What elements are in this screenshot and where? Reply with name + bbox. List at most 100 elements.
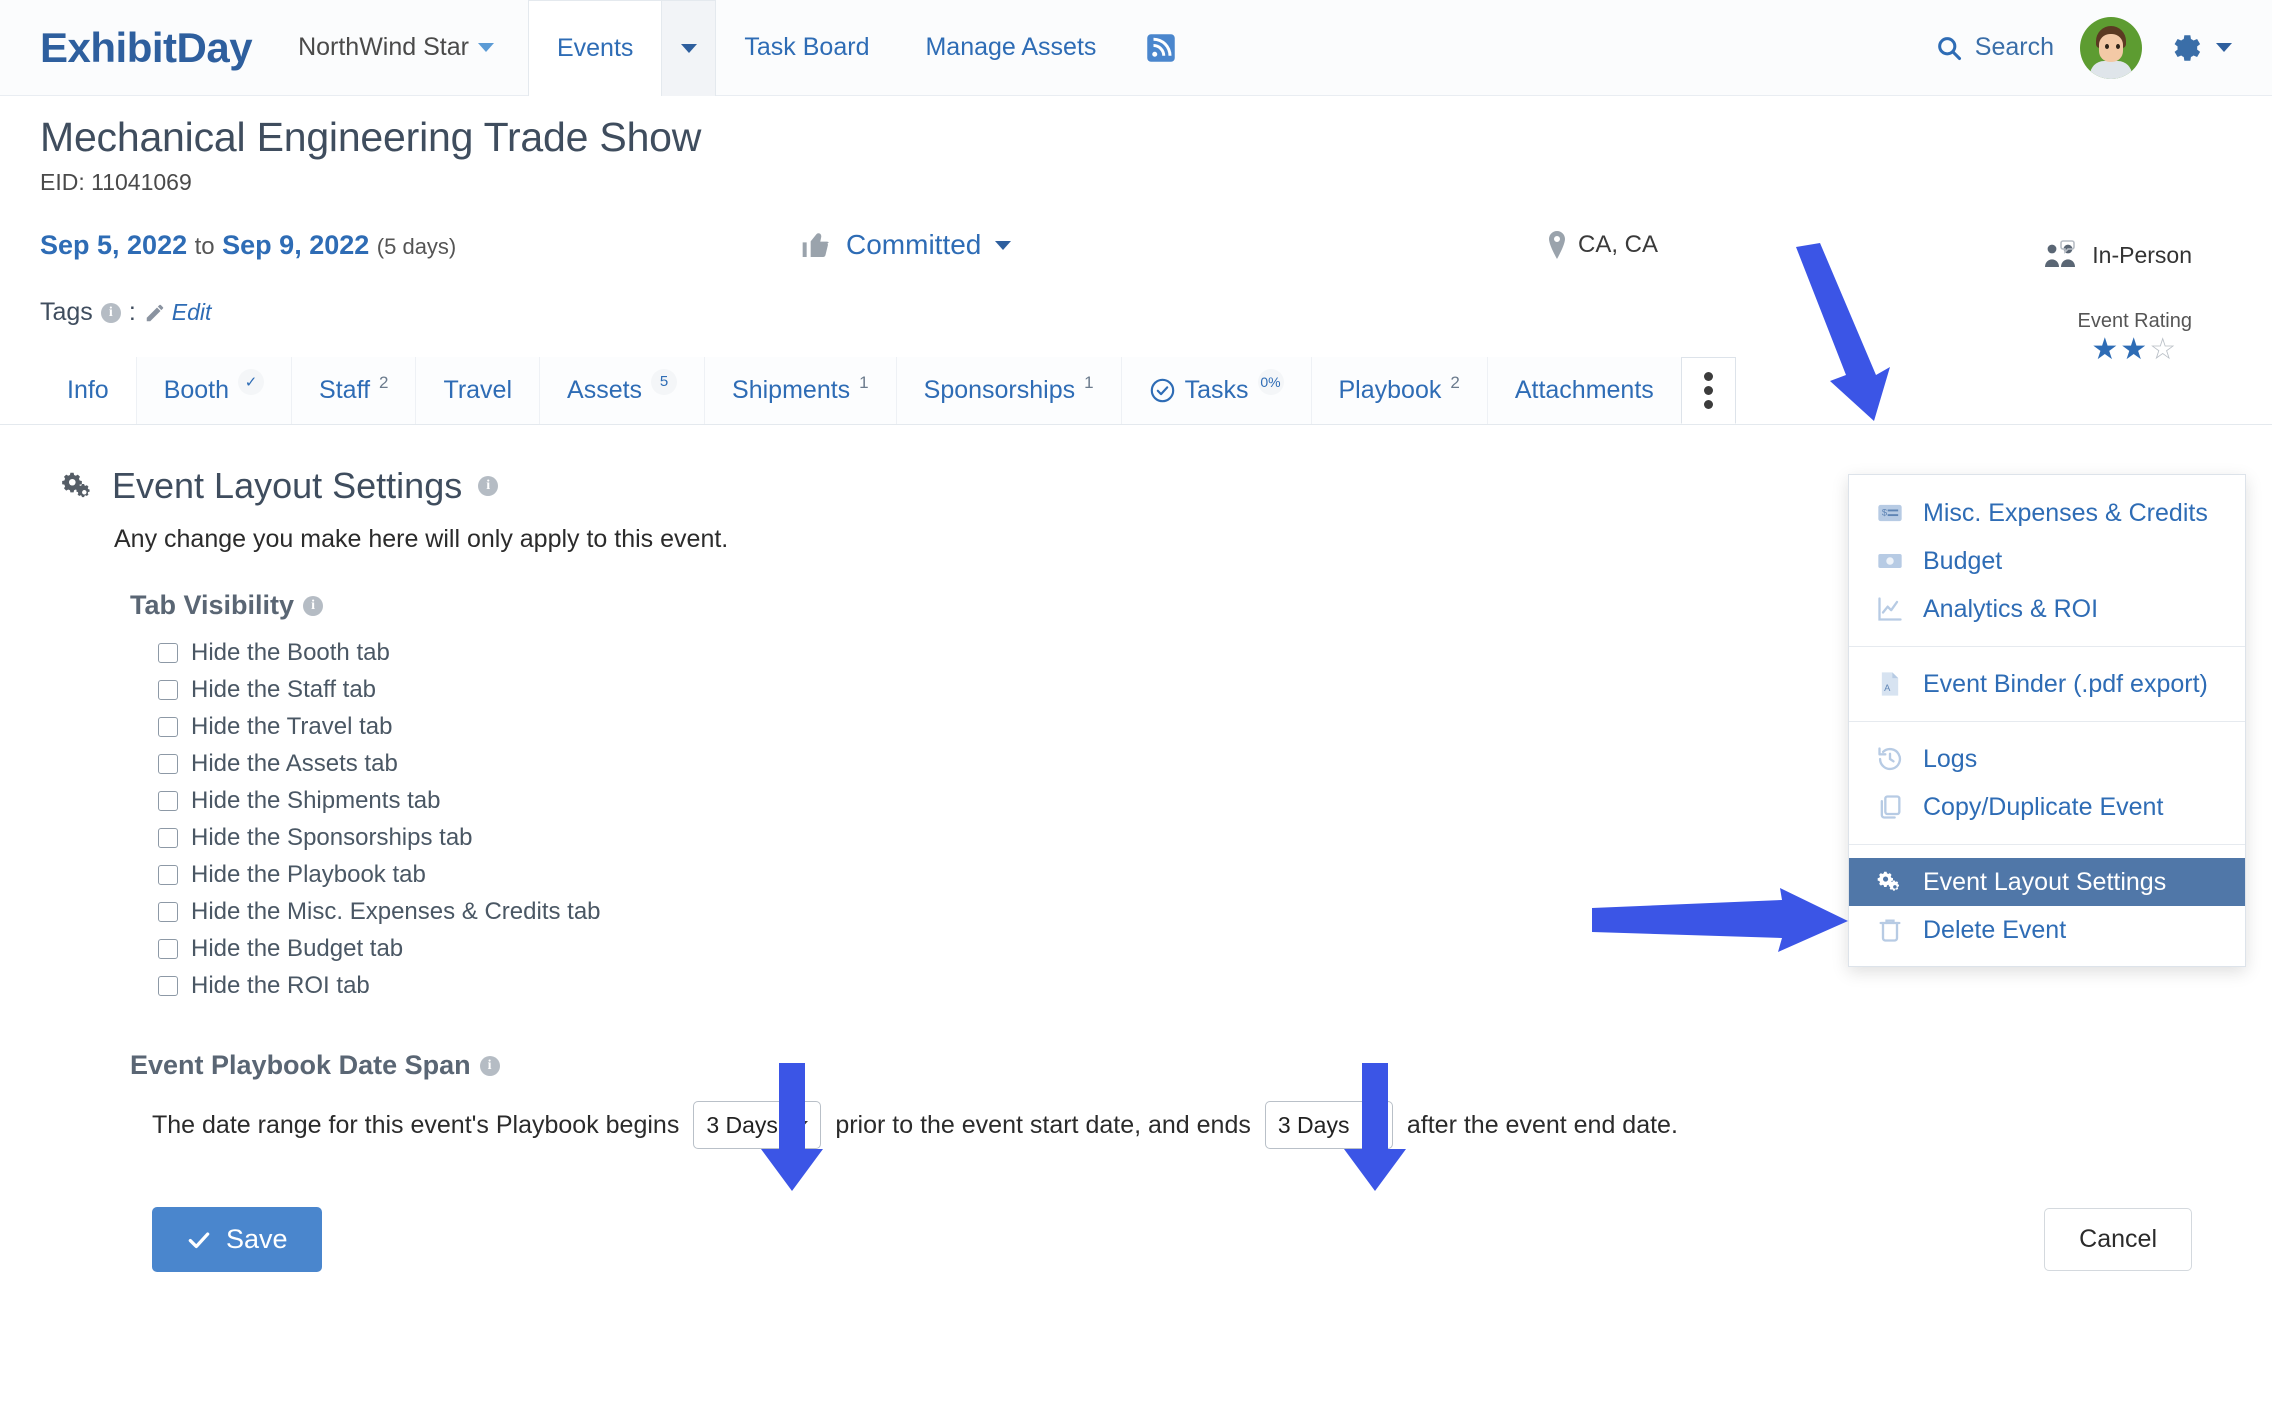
avatar-body [2090,60,2132,79]
kebab-menu-icon [1703,372,1713,409]
tab-tasks-label: Tasks [1184,376,1249,404]
tab-staff-badge: 2 [379,372,389,392]
tags-edit-button[interactable]: Edit [144,299,211,326]
info-icon[interactable]: i [100,302,121,323]
tab-tasks[interactable]: Tasks 0% [1120,357,1311,424]
organization-selector[interactable]: NorthWind Star [298,33,494,62]
tab-travel[interactable]: Travel [415,357,540,424]
chevron-down-icon [794,1121,809,1129]
menu-item-event-binder[interactable]: A Event Binder (.pdf export) [1849,660,2245,708]
status-badge[interactable]: Committed [800,229,1012,261]
playbook-start-offset-select[interactable]: 3 Days [693,1101,822,1149]
date-span-sentence-part-1: The date range for this event's Playbook… [152,1110,680,1139]
nav-tab-task-board-label: Task Board [744,33,870,61]
event-format: In-Person [2044,240,2192,270]
chevron-down-icon [995,240,1012,250]
tab-shipments[interactable]: Shipments 1 [704,357,896,424]
cancel-button-label: Cancel [2079,1225,2157,1253]
menu-item-event-layout-settings[interactable]: Event Layout Settings [1849,858,2245,906]
checkbox-box[interactable] [158,717,178,737]
menu-item-misc-expenses[interactable]: $ Misc. Expenses & Credits [1849,489,2245,537]
checkbox-label: Hide the Shipments tab [191,787,441,814]
pdf-icon: A [1875,669,1905,699]
info-icon[interactable]: i [478,476,499,496]
event-tab-bar: Info Booth ✓ Staff 2 Travel Assets 5 Shi… [0,357,2272,425]
checkbox-box[interactable] [158,680,178,700]
checkbox-box[interactable] [158,754,178,774]
app-logo[interactable]: ExhibitDay [40,23,253,72]
gears-icon [1875,867,1905,897]
checkbox-box[interactable] [158,865,178,885]
playbook-end-offset-value: 3 Days [1277,1111,1350,1138]
tab-shipments-badge: 1 [859,372,869,392]
checkbox-box[interactable] [158,902,178,922]
organization-name: NorthWind Star [298,33,469,61]
tab-info[interactable]: Info [40,357,136,424]
map-pin-icon [1549,231,1565,259]
checkbox-box[interactable] [158,643,178,663]
info-icon[interactable]: i [479,1055,500,1076]
tags-row: Tags i : Edit [40,298,2232,327]
tab-assets-badge: 5 [651,368,678,395]
tab-attachments[interactable]: Attachments [1486,357,1681,424]
tab-booth[interactable]: Booth ✓ [135,357,292,424]
menu-item-event-binder-label: Event Binder (.pdf export) [1923,669,2208,698]
checkbox-hide-roi-tab[interactable]: Hide the ROI tab [158,972,2232,1000]
tags-colon: : [128,298,136,326]
panel-title-label: Event Layout Settings [112,465,463,506]
gear-icon [2174,34,2201,61]
tab-sponsorships[interactable]: Sponsorships 1 [895,357,1121,424]
menu-item-delete-event-label: Delete Event [1923,915,2067,944]
event-format-label: In-Person [2092,241,2192,268]
menu-item-analytics-roi[interactable]: Analytics & ROI [1849,585,2245,633]
info-icon[interactable]: i [303,595,324,616]
cancel-button[interactable]: Cancel [2044,1208,2192,1271]
form-action-buttons: Save Cancel [60,1207,2232,1272]
menu-item-copy-duplicate-event[interactable]: Copy/Duplicate Event [1849,783,2245,831]
tab-playbook[interactable]: Playbook 2 [1310,357,1487,424]
menu-item-logs[interactable]: Logs [1849,735,2245,783]
nav-tab-manage-assets[interactable]: Manage Assets [897,0,1124,96]
history-icon [1875,744,1905,774]
nav-tab-events-dropdown[interactable] [662,0,717,96]
checkbox-box[interactable] [158,939,178,959]
settings-menu-button[interactable] [2168,30,2232,66]
event-start-date[interactable]: Sep 5, 2022 [40,230,187,260]
logo-text-primary: Exhibit [40,23,177,71]
tab-playbook-badge: 2 [1450,372,1460,392]
checkbox-box[interactable] [158,791,178,811]
checkbox-label: Hide the Travel tab [191,713,393,740]
tab-staff-label: Staff [319,376,371,404]
menu-item-budget[interactable]: Budget [1849,537,2245,585]
tab-more-menu-button[interactable] [1680,357,1736,424]
nav-tab-events[interactable]: Events [527,0,663,96]
tab-attachments-label: Attachments [1514,376,1654,404]
tab-staff[interactable]: Staff 2 [291,357,416,424]
nav-tab-manage-assets-label: Manage Assets [925,33,1097,61]
chart-icon [1875,594,1905,624]
tab-assets[interactable]: Assets 5 [539,357,705,424]
checkbox-box[interactable] [158,976,178,996]
save-button[interactable]: Save [152,1207,322,1272]
tab-tasks-badge: 0% [1257,368,1284,395]
event-end-date[interactable]: Sep 9, 2022 [222,230,369,260]
playbook-end-offset-select[interactable]: 3 Days [1264,1101,1393,1149]
check-icon [188,1231,210,1248]
menu-item-budget-label: Budget [1923,546,2003,575]
rss-feed-button[interactable] [1124,0,1198,96]
search-label: Search [1974,33,2054,61]
date-span-text: Event Playbook Date Span [130,1050,471,1080]
menu-item-copy-duplicate-event-label: Copy/Duplicate Event [1923,792,2164,821]
menu-item-delete-event[interactable]: Delete Event [1849,906,2245,954]
avatar[interactable] [2080,16,2142,79]
svg-text:$: $ [1882,507,1888,517]
menu-item-misc-expenses-label: Misc. Expenses & Credits [1923,498,2208,527]
search-button[interactable]: Search [1935,33,2054,62]
nav-tab-task-board[interactable]: Task Board [716,0,897,96]
chevron-down-icon [1365,1121,1380,1129]
avatar-eye-left [2105,43,2109,49]
checkbox-box[interactable] [158,828,178,848]
checkbox-label: Hide the Budget tab [191,935,404,962]
avatar-eye-right [2116,43,2120,49]
tab-info-label: Info [67,376,109,404]
